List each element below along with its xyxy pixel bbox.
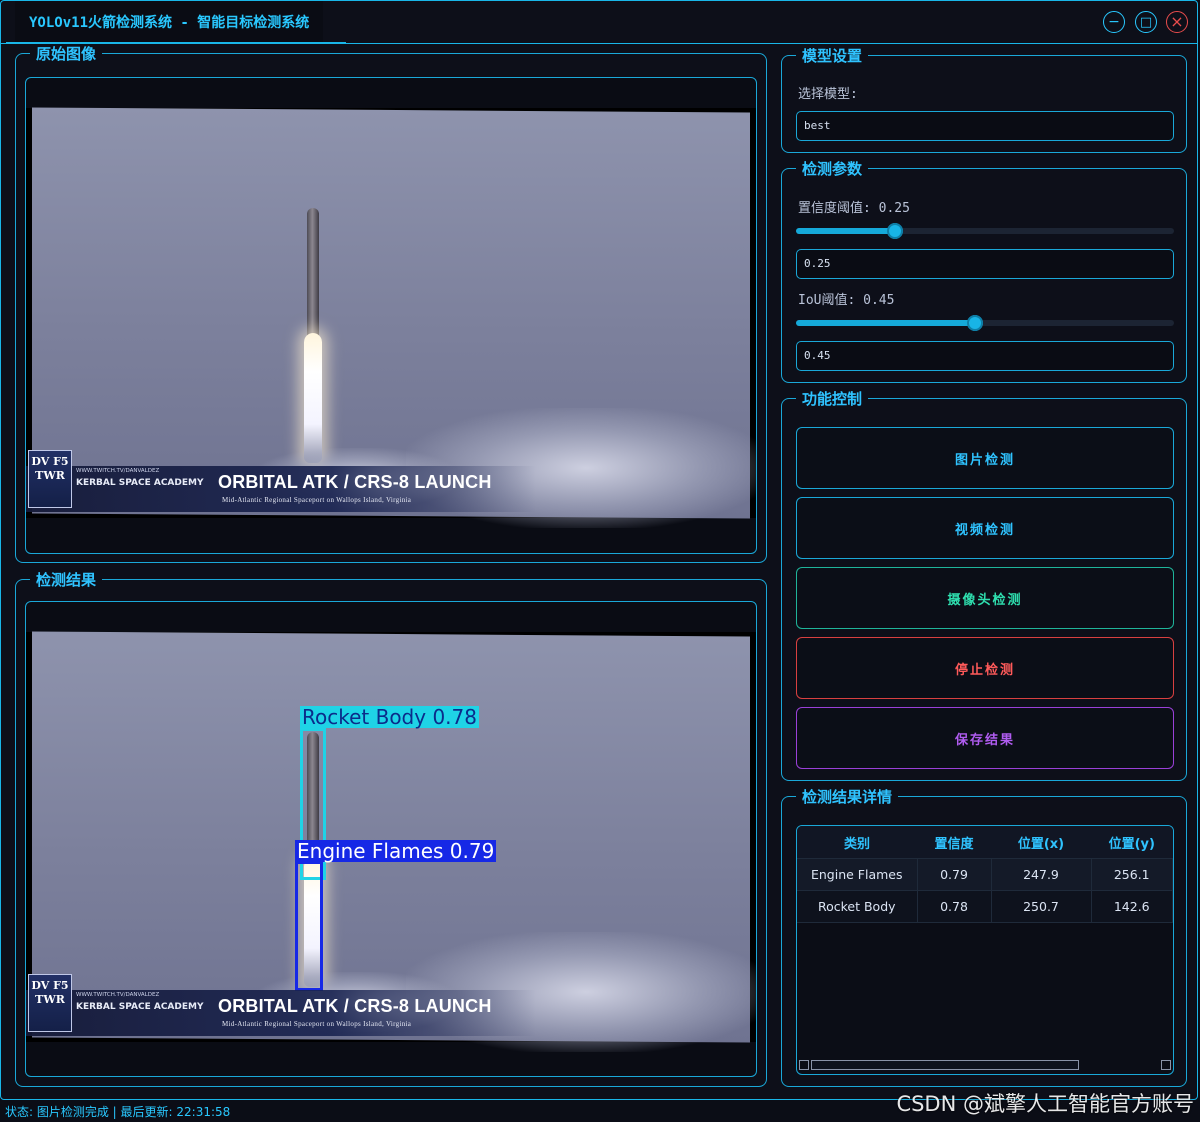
flame-shape — [304, 333, 322, 463]
table-cell: 0.79 — [917, 858, 992, 891]
horizontal-scrollbar[interactable] — [799, 1060, 1171, 1072]
table-cell: 256.1 — [1091, 858, 1173, 891]
banner-logo: DV F5 TWR — [28, 450, 72, 508]
column-header-class[interactable]: 类别 — [797, 826, 917, 859]
column-header-confidence[interactable]: 置信度 — [917, 826, 991, 859]
detection-params-title: 检测参数 — [796, 159, 869, 179]
stop-detect-button[interactable]: 停止检测 — [796, 637, 1174, 699]
table-row[interactable]: Rocket Body 0.78 250.7 142.6 — [797, 890, 1173, 923]
banner-subtitle: Mid-Atlantic Regional Spaceport on Wallo… — [222, 496, 412, 504]
table-cell: 247.9 — [991, 858, 1092, 891]
maximize-button[interactable]: □ — [1135, 11, 1157, 33]
table-cell: Engine Flames — [797, 858, 918, 891]
app-window: YOLOv11火箭检测系统 - 智能目标检测系统 − □ × 原始图像 DV F… — [0, 0, 1198, 1100]
detection-params-group: 检测参数 置信度阈值: 0.25 0.25 IoU阈值: 0.45 0.45 — [781, 159, 1187, 383]
result-table-container: 类别 置信度 位置(x) 位置(y) Engine Flames 0.79 24… — [796, 825, 1174, 1075]
close-icon: × — [1170, 12, 1184, 31]
detection-result-title: 检测结果 — [30, 570, 103, 590]
video-detect-button[interactable]: 视频检测 — [796, 497, 1174, 559]
minimize-icon: − — [1108, 14, 1120, 30]
result-details-group: 检测结果详情 类别 置信度 位置(x) 位置(y) Engine Flames … — [781, 787, 1187, 1087]
scrollbar-thumb[interactable] — [811, 1060, 1079, 1070]
engine-flames-bbox-label: Engine Flames 0.79 — [295, 839, 497, 863]
banner-headline: ORBITAL ATK / CRS-8 LAUNCH — [218, 996, 492, 1016]
scroll-left-arrow-icon[interactable] — [799, 1060, 809, 1070]
rocket-body-bbox-label: Rocket Body 0.78 — [300, 705, 479, 729]
function-control-group: 功能控制 图片检测 视频检测 摄像头检测 停止检测 保存结果 — [781, 389, 1187, 781]
title-bar: YOLOv11火箭检测系统 - 智能目标检测系统 − □ × — [1, 1, 1197, 44]
model-select[interactable]: best — [796, 111, 1174, 141]
maximize-icon: □ — [1139, 14, 1153, 30]
table-cell: Rocket Body — [797, 890, 918, 923]
image-detect-button[interactable]: 图片检测 — [796, 427, 1174, 489]
banner-academy: KERBAL SPACE ACADEMY — [76, 478, 204, 488]
result-details-title: 检测结果详情 — [796, 787, 899, 807]
engine-flames-bbox — [295, 861, 323, 991]
model-settings-group: 模型设置 选择模型: best — [781, 46, 1187, 153]
table-row[interactable]: Engine Flames 0.79 247.9 256.1 — [797, 858, 1173, 891]
column-header-x[interactable]: 位置(x) — [991, 826, 1091, 859]
iou-input[interactable]: 0.45 — [796, 341, 1174, 371]
iou-slider[interactable] — [796, 315, 1174, 331]
iou-slider-handle[interactable] — [967, 315, 984, 331]
camera-detect-button[interactable]: 摄像头检测 — [796, 567, 1174, 629]
confidence-slider-fill — [796, 228, 896, 234]
original-image-title: 原始图像 — [30, 44, 103, 64]
banner-url: WWW.TWITCH.TV/DANVALDEZ — [76, 468, 160, 474]
confidence-slider[interactable] — [796, 223, 1174, 239]
confidence-label: 置信度阈值: 0.25 — [798, 201, 910, 216]
close-button[interactable]: × — [1166, 11, 1188, 33]
original-image: DV F5 TWR WWW.TWITCH.TV/DANVALDEZ KERBAL… — [26, 107, 756, 528]
original-image-group: 原始图像 DV F5 TWR WWW.TWITCH.TV/DANVALDEZ K… — [15, 44, 767, 563]
model-settings-title: 模型设置 — [796, 46, 869, 66]
banner-academy: KERBAL SPACE ACADEMY — [76, 1002, 204, 1012]
function-control-title: 功能控制 — [796, 389, 869, 409]
original-image-view: DV F5 TWR WWW.TWITCH.TV/DANVALDEZ KERBAL… — [25, 77, 757, 554]
table-cell: 250.7 — [991, 890, 1092, 923]
broadcast-banner: DV F5 TWR WWW.TWITCH.TV/DANVALDEZ KERBAL… — [26, 450, 536, 512]
banner-subtitle: Mid-Atlantic Regional Spaceport on Wallo… — [222, 1020, 412, 1028]
banner-url: WWW.TWITCH.TV/DANVALDEZ — [76, 992, 160, 998]
model-select-label: 选择模型: — [798, 87, 858, 102]
iou-label: IoU阈值: 0.45 — [798, 293, 895, 308]
minimize-button[interactable]: − — [1103, 11, 1125, 33]
watermark: CSDN @斌擎人工智能官方账号 — [896, 1092, 1194, 1116]
rocket-body-shape — [307, 208, 319, 338]
detection-result-group: 检测结果 Rocket Body 0.78 Engine Flames 0.79… — [15, 570, 767, 1087]
scroll-right-arrow-icon[interactable] — [1161, 1060, 1171, 1070]
window-title: YOLOv11火箭检测系统 - 智能目标检测系统 — [15, 1, 324, 43]
broadcast-banner: DV F5 TWR WWW.TWITCH.TV/DANVALDEZ KERBAL… — [26, 974, 536, 1036]
detection-result-view: Rocket Body 0.78 Engine Flames 0.79 DV F… — [25, 601, 757, 1077]
column-header-y[interactable]: 位置(y) — [1091, 826, 1173, 859]
table-cell: 142.6 — [1091, 890, 1173, 923]
iou-slider-fill — [796, 320, 976, 326]
confidence-input[interactable]: 0.25 — [796, 249, 1174, 279]
banner-headline: ORBITAL ATK / CRS-8 LAUNCH — [218, 472, 492, 492]
table-cell: 0.78 — [917, 890, 992, 923]
save-result-button[interactable]: 保存结果 — [796, 707, 1174, 769]
confidence-slider-handle[interactable] — [887, 223, 904, 239]
result-image: Rocket Body 0.78 Engine Flames 0.79 DV F… — [26, 631, 756, 1052]
result-table: 类别 置信度 位置(x) 位置(y) Engine Flames 0.79 24… — [797, 826, 1173, 923]
banner-logo: DV F5 TWR — [28, 974, 72, 1032]
